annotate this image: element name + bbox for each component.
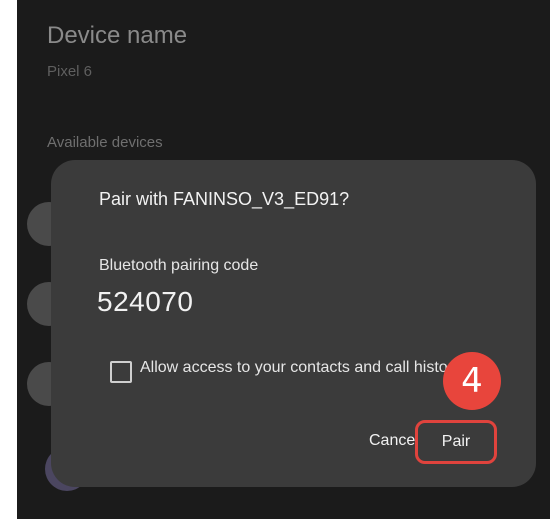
device-name-heading: Device name bbox=[47, 22, 188, 49]
dialog-title: Pair with FANINSO_V3_ED91? bbox=[99, 189, 350, 209]
pair-button[interactable]: Pair bbox=[415, 420, 497, 464]
pairing-code-label: Bluetooth pairing code bbox=[99, 257, 259, 274]
contacts-access-label[interactable]: Allow access to your contacts and call h… bbox=[140, 359, 461, 377]
pairing-code: 524070 bbox=[97, 286, 194, 317]
cancel-button[interactable]: Cancel bbox=[369, 432, 419, 450]
device-name-value[interactable]: Pixel 6 bbox=[47, 63, 92, 80]
step-number-badge: 4 bbox=[443, 352, 501, 410]
contacts-access-checkbox[interactable] bbox=[110, 361, 132, 383]
available-devices-heading: Available devices bbox=[47, 134, 163, 151]
